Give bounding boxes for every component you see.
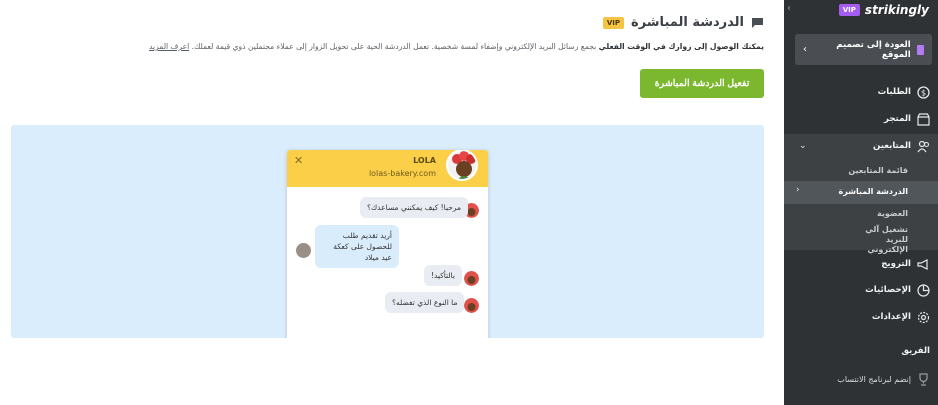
sidebar-subitem-membership[interactable]: العضوية xyxy=(784,209,938,218)
back-button-label: العودة إلى تصميم الموقع xyxy=(836,39,911,60)
sidebar-item-analytics[interactable]: الإحصائيات xyxy=(784,278,938,302)
sidebar-item-label: الطلبات xyxy=(877,87,911,97)
vip-badge: VIP xyxy=(602,16,625,29)
agent-site: lolas-bakery.com xyxy=(368,169,436,178)
sidebar-item-label: الإحصائيات xyxy=(865,285,911,295)
description-text: بجمع رسائل البريد الإلكتروني وإضفاء لمسة… xyxy=(189,42,599,51)
bot-message: بالتأكيد! xyxy=(424,265,462,286)
editor-icon xyxy=(916,44,924,55)
sidebar-item-label: المتابعين xyxy=(873,141,911,151)
sidebar: ‹ strikingly VIP العودة إلى تصميم الموقع… xyxy=(784,0,938,405)
brand-logo: strikingly xyxy=(864,3,929,17)
sidebar-item-label: إنضم لبرنامج الانتساب xyxy=(837,374,911,384)
sidebar-item-followers[interactable]: المتابعين xyxy=(784,134,938,158)
chevron-right-icon: › xyxy=(796,185,800,195)
chevron-down-icon[interactable]: ⌄ xyxy=(799,141,807,151)
brand: strikingly VIP xyxy=(838,3,929,17)
sidebar-item-orders[interactable]: $ الطلبات xyxy=(784,80,938,104)
sidebar-subitem-live-chat[interactable]: الدردشة المباشرة xyxy=(784,187,938,196)
store-icon xyxy=(917,112,930,126)
agent-avatar-small xyxy=(464,271,479,286)
followers-icon xyxy=(917,140,930,153)
sidebar-item-promotion[interactable]: الترويج xyxy=(784,252,938,276)
page-title: الدردشة المباشرة xyxy=(631,15,744,30)
bot-message: مرحبا! كيف يمكنني مساعدك؟ xyxy=(360,197,469,218)
sidebar-item-affiliate[interactable]: إنضم لبرنامج الانتساب xyxy=(784,367,938,391)
customer-avatar xyxy=(296,243,311,258)
svg-text:$: $ xyxy=(921,88,926,97)
megaphone-icon xyxy=(917,258,930,271)
bot-message: ما النوع الذي تفضله؟ xyxy=(385,292,465,313)
agent-name: LOLA xyxy=(413,156,436,165)
close-icon[interactable]: ✕ xyxy=(294,154,303,167)
learn-more-link[interactable]: اعرف المزيد xyxy=(149,42,189,51)
agent-avatar-small xyxy=(464,298,479,313)
page-header: الدردشة المباشرة VIP xyxy=(602,15,764,30)
main-panel: الدردشة المباشرة VIP يمكنك الوصول إلى زو… xyxy=(0,0,784,405)
activate-live-chat-button[interactable]: تفعيل الدردشة المباشرة xyxy=(640,69,764,98)
sidebar-item-label: المتجر xyxy=(884,114,911,124)
vip-badge: VIP xyxy=(838,4,860,16)
chat-bubble-icon xyxy=(752,17,763,28)
chat-widget-preview: ✕ LOLA lolas-bakery.com مرحبا! كيف يمكنن… xyxy=(287,150,488,338)
chevron-left-icon[interactable]: ‹ xyxy=(787,3,791,14)
description-bold: يمكنك الوصول إلى زوارك في الوقت الفعلي xyxy=(598,42,764,51)
sidebar-subitem-email-automation[interactable]: تشغيل آلي للبريد الإلكتروني xyxy=(784,225,938,255)
chevron-right-icon: › xyxy=(803,44,807,55)
pie-chart-icon xyxy=(917,283,930,297)
dollar-circle-icon: $ xyxy=(917,85,930,99)
sidebar-item-label: الفريق xyxy=(901,346,930,356)
sidebar-item-label: الترويج xyxy=(881,259,911,269)
sidebar-item-team[interactable]: الفريق xyxy=(784,339,938,363)
avatar-image xyxy=(448,151,476,179)
trophy-icon xyxy=(917,372,930,386)
agent-avatar xyxy=(446,150,478,181)
sidebar-item-label: الإعدادات xyxy=(871,312,911,322)
sidebar-item-store[interactable]: المتجر xyxy=(784,107,938,131)
sidebar-item-settings[interactable]: الإعدادات xyxy=(784,305,938,329)
back-to-site-editor-button[interactable]: العودة إلى تصميم الموقع › xyxy=(795,34,932,65)
chat-preview-area: ✕ LOLA lolas-bakery.com مرحبا! كيف يمكنن… xyxy=(11,125,764,338)
customer-message: أريد تقديم طلب للحصول على كعكة عيد ميلاد xyxy=(315,225,399,268)
chat-widget-header: ✕ LOLA lolas-bakery.com xyxy=(287,150,488,187)
page-description: يمكنك الوصول إلى زوارك في الوقت الفعلي ب… xyxy=(144,41,764,53)
gear-icon xyxy=(917,311,930,324)
sidebar-subitem-followers-list[interactable]: قائمة المتابعين xyxy=(784,166,938,175)
